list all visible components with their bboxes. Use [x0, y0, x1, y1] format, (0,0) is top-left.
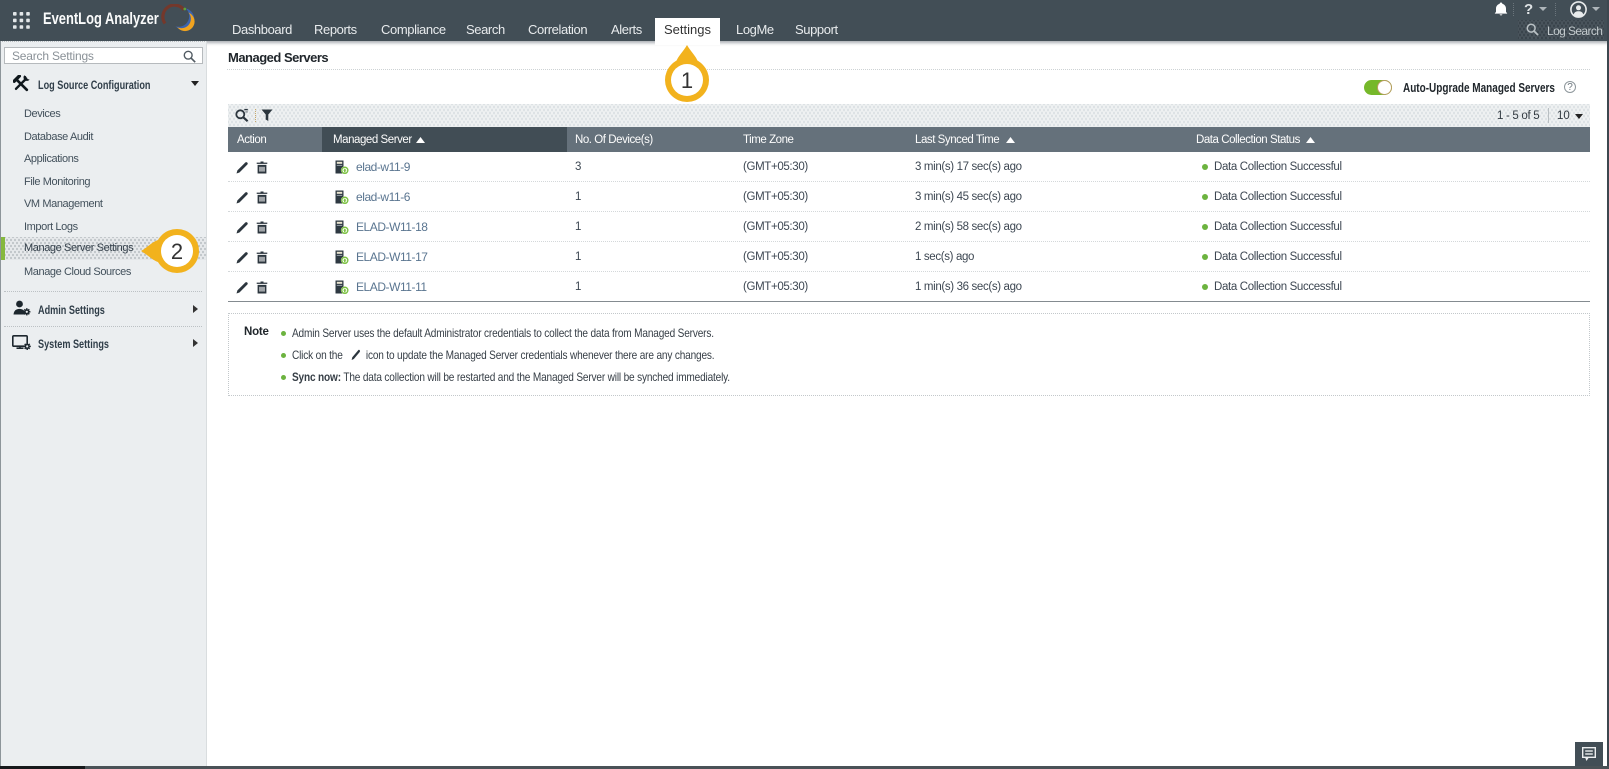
svg-text:1: 1 — [681, 68, 693, 93]
svg-text:2: 2 — [171, 239, 183, 264]
